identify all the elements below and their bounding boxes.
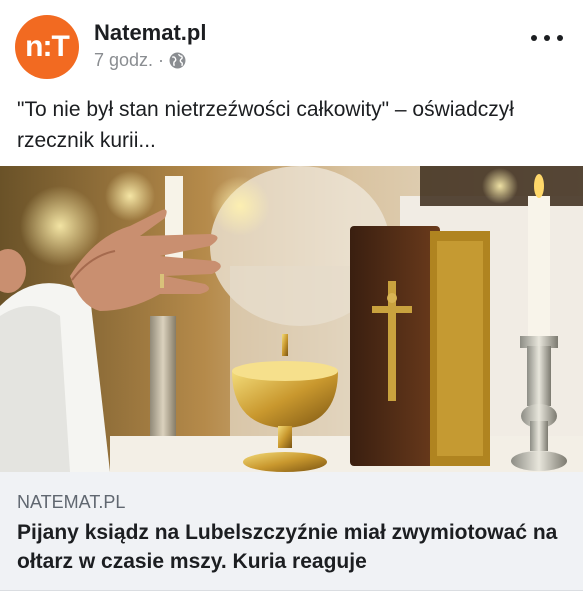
more-options-button[interactable] (531, 26, 563, 50)
altar-photo (0, 166, 583, 472)
post-text: "To nie był stan nietrzeźwości całkowity… (17, 98, 514, 152)
post-meta: 7 godz. · (94, 50, 186, 71)
avatar-logo-text: n:T (25, 30, 70, 63)
page-avatar[interactable]: n:T (15, 15, 79, 79)
link-domain: NATEMAT.PL (17, 492, 126, 512)
link-title[interactable]: Pijany ksiądz na Lubelszczyźnie miał zwy… (17, 518, 567, 576)
meta-separator: · (158, 50, 165, 70)
more-dot (544, 35, 550, 41)
post-image[interactable] (0, 166, 583, 472)
more-dot (531, 35, 537, 41)
more-dot (557, 35, 563, 41)
link-preview[interactable]: NATEMAT.PL Pijany ksiądz na Lubelszczyźn… (0, 472, 583, 591)
globe-icon (169, 52, 186, 69)
facebook-post: n:T Natemat.pl 7 godz. · "To nie był sta… (0, 0, 583, 600)
page-name-link[interactable]: Natemat.pl (94, 20, 206, 46)
post-timestamp[interactable]: 7 godz. (94, 50, 153, 71)
